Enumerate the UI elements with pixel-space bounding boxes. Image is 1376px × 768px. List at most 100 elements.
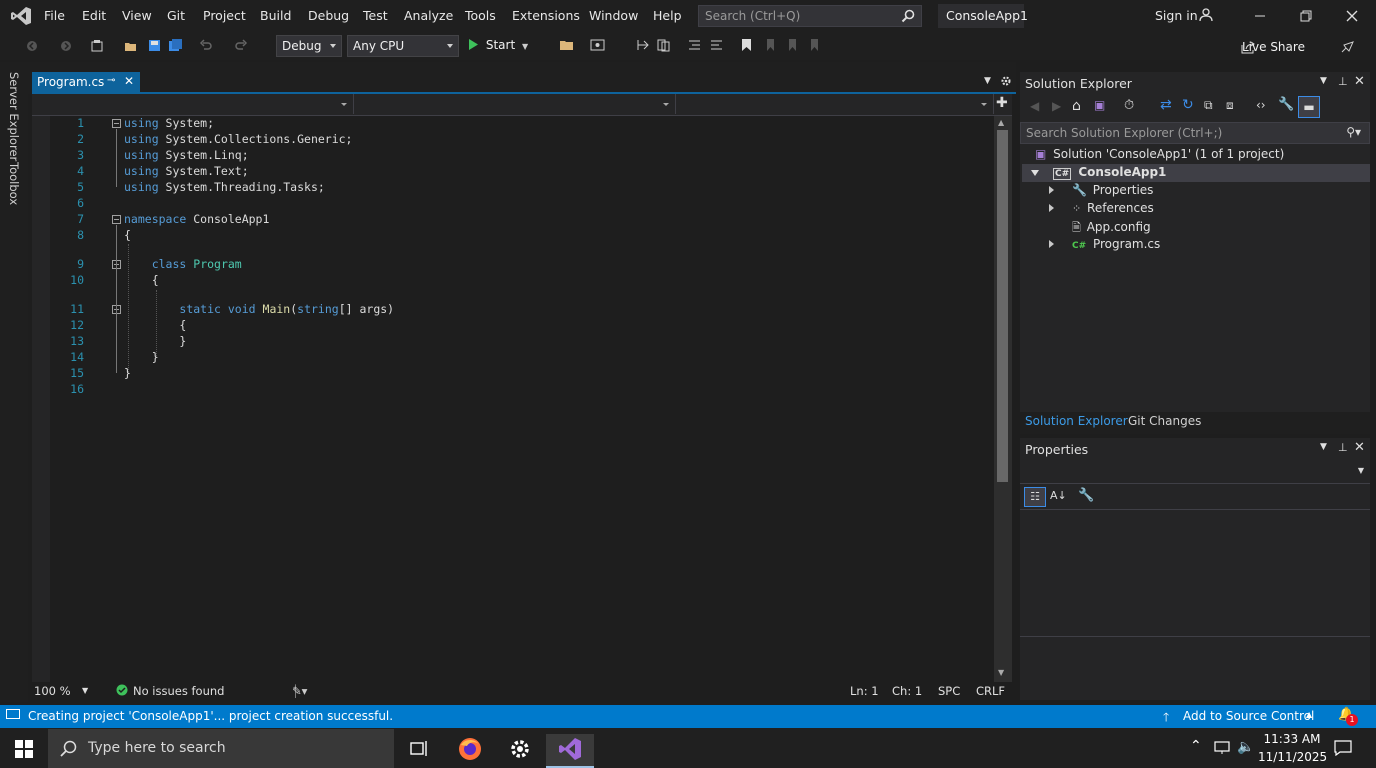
forward-icon[interactable]: ▶ (1052, 99, 1061, 113)
code-area[interactable]: 1 2 3 4 5 6 7 8 9 10 11 12 13 14 15 16 u… (60, 116, 990, 682)
menu-window[interactable]: Window (589, 8, 638, 23)
menu-analyze[interactable]: Analyze (404, 8, 453, 23)
output-icon[interactable] (6, 709, 20, 719)
split-window-icon[interactable]: ✚ (996, 95, 1008, 111)
panel-menu-icon[interactable]: ▼ (1320, 442, 1327, 452)
back-icon[interactable] (26, 40, 38, 52)
minimize-icon[interactable] (1250, 6, 1270, 26)
clock-date[interactable]: 11/11/2025 (1258, 750, 1327, 764)
task-view-button[interactable] (396, 734, 444, 768)
menu-project[interactable]: Project (203, 8, 246, 23)
volume-muted-icon[interactable]: 🔈 (1237, 739, 1254, 755)
project-node[interactable]: C# ConsoleApp1 (1053, 165, 1166, 180)
zoom-level[interactable]: 100 % (34, 684, 71, 698)
collapse-arrow-icon[interactable] (1031, 170, 1039, 176)
platform-dropdown[interactable]: Any CPU (347, 35, 459, 57)
project-dropdown[interactable] (32, 94, 354, 114)
view-code-icon[interactable]: ‹› (1256, 98, 1266, 112)
forward-icon[interactable] (60, 40, 72, 52)
panel-close-icon[interactable]: ✕ (1354, 440, 1365, 455)
server-explorer-tab[interactable]: Server Explorer (7, 72, 21, 161)
visual-studio-taskbar-button[interactable] (546, 734, 594, 768)
toolbox-tab[interactable]: Toolbox (7, 162, 21, 205)
member-dropdown[interactable] (676, 94, 994, 114)
pin-icon[interactable]: ⊥ (1338, 441, 1348, 454)
add-to-source-control-button[interactable]: Add to Source Control (1183, 709, 1314, 723)
show-all-files-icon[interactable]: ⧈ (1226, 98, 1234, 113)
folder-view-icon[interactable] (559, 38, 575, 52)
menu-debug[interactable]: Debug (308, 8, 349, 23)
restore-icon[interactable] (1296, 6, 1316, 26)
whitespace-indicator[interactable]: SPC (938, 684, 960, 698)
expand-arrow-icon[interactable] (1049, 186, 1054, 194)
menu-edit[interactable]: Edit (82, 8, 106, 23)
object-selector-dropdown[interactable]: ▼ (1020, 462, 1370, 484)
solution-search-input[interactable]: Search Solution Explorer (Ctrl+;) ⚲▾ (1020, 122, 1370, 144)
brush-icon[interactable]: ✎▾ (292, 684, 307, 698)
categorized-icon[interactable]: ☷ (1024, 487, 1046, 507)
zoom-dropdown-icon[interactable]: ▼ (82, 686, 88, 695)
tree-item-app-config[interactable]: 🗎 App.config (1072, 219, 1151, 238)
tab-solution-explorer[interactable]: Solution Explorer (1025, 414, 1128, 428)
bookmark-icon[interactable] (741, 38, 752, 52)
settings-taskbar-button[interactable] (496, 734, 544, 768)
menu-test[interactable]: Test (363, 8, 388, 23)
step-icon[interactable] (636, 38, 650, 52)
collapse-all-icon[interactable]: ⧉ (1204, 98, 1213, 113)
scrollbar-thumb[interactable] (997, 130, 1008, 482)
save-all-icon[interactable] (168, 38, 183, 53)
files-icon[interactable] (656, 38, 670, 52)
history-icon[interactable]: ⏱ (1124, 98, 1134, 113)
properties-wrench-icon[interactable]: 🔧 (1278, 97, 1294, 112)
expand-arrow-icon[interactable] (1049, 204, 1054, 212)
menu-build[interactable]: Build (260, 8, 291, 23)
source-control-arrow-icon[interactable]: ▲ (1306, 710, 1312, 719)
redo-icon[interactable] (234, 39, 248, 53)
search-icon[interactable]: ⚲▾ (1346, 125, 1361, 139)
new-project-icon[interactable] (90, 39, 104, 53)
back-icon[interactable]: ◀ (1030, 99, 1039, 113)
tab-program-cs[interactable]: Program.cs ⊸ ✕ (32, 72, 140, 94)
tab-list-dropdown-icon[interactable]: ▼ (984, 76, 991, 86)
type-dropdown[interactable] (354, 94, 676, 114)
save-icon[interactable] (148, 39, 161, 52)
tab-close-icon[interactable]: ✕ (124, 74, 134, 88)
outline-collapse-icon[interactable] (112, 215, 121, 224)
undo-icon[interactable] (199, 39, 213, 53)
configuration-dropdown[interactable]: Debug (276, 35, 342, 57)
solution-node[interactable]: ▣ Solution 'ConsoleApp1' (1 of 1 project… (1035, 147, 1284, 161)
sync-icon[interactable]: ⇄ (1160, 97, 1172, 113)
menu-tools[interactable]: Tools (465, 8, 496, 23)
action-center-icon[interactable] (1334, 740, 1352, 756)
menu-view[interactable]: View (122, 8, 152, 23)
sign-in-link[interactable]: Sign in (1155, 8, 1198, 23)
tree-item-program-cs[interactable]: C# Program.cs (1072, 237, 1160, 251)
scroll-up-icon[interactable]: ▲ (998, 118, 1004, 127)
preview-selected-icon[interactable]: ▬ (1298, 96, 1320, 118)
tree-item-properties[interactable]: 🔧 Properties (1072, 183, 1153, 197)
switch-views-icon[interactable]: ▣ (1094, 98, 1105, 112)
outline-collapse-icon[interactable] (112, 119, 121, 128)
expand-arrow-icon[interactable] (1049, 240, 1054, 248)
tree-item-references[interactable]: ⁘ References (1072, 201, 1154, 215)
menu-extensions[interactable]: Extensions (512, 8, 580, 23)
close-icon[interactable] (1342, 6, 1362, 26)
scroll-down-icon[interactable]: ▼ (998, 668, 1004, 677)
pin-icon[interactable]: ⊥ (1338, 75, 1348, 88)
windows-start-icon[interactable] (15, 740, 33, 758)
live-share-button[interactable]: Live Share (1242, 40, 1305, 54)
user-icon[interactable] (1199, 8, 1213, 22)
home-icon[interactable]: ⌂ (1072, 98, 1081, 114)
start-debugging-button[interactable]: Start ▼ (468, 38, 528, 52)
panel-close-icon[interactable]: ✕ (1354, 74, 1365, 89)
next-bookmark-icon[interactable] (786, 38, 800, 52)
menu-git[interactable]: Git (167, 8, 185, 23)
alphabetical-icon[interactable]: A↓ (1050, 489, 1067, 502)
settings-gear-icon[interactable] (1000, 75, 1012, 87)
line-ending-indicator[interactable]: CRLF (976, 684, 1005, 698)
firefox-taskbar-button[interactable] (446, 734, 494, 768)
issues-status[interactable]: No issues found (133, 684, 224, 698)
menu-help[interactable]: Help (653, 8, 682, 23)
refresh-icon[interactable]: ↻ (1182, 97, 1194, 113)
show-hidden-icons-icon[interactable]: ⌃ (1190, 738, 1202, 754)
